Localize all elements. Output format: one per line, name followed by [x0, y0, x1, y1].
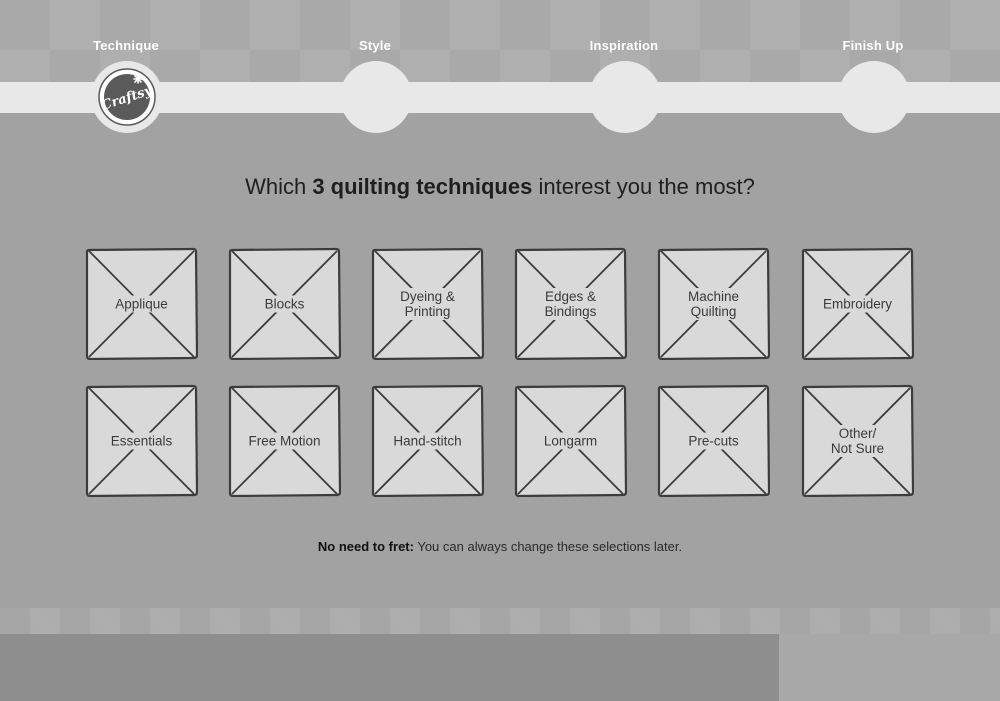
question-emphasis: 3 quilting techniques	[312, 174, 533, 199]
step-label-inspiration: Inspiration	[589, 38, 659, 53]
step-circle-style[interactable]	[340, 61, 412, 133]
option-tile-applique[interactable]: Applique	[85, 247, 198, 360]
option-tile-blocks[interactable]: Blocks	[228, 247, 341, 360]
step-label-technique: Technique	[93, 38, 159, 53]
option-tile-dyeing-printing[interactable]: Dyeing & Printing	[371, 247, 484, 360]
option-tile-edges-bindings[interactable]: Edges & Bindings	[514, 247, 627, 360]
option-tile-longarm[interactable]: Longarm	[514, 384, 627, 497]
option-tile-essentials[interactable]: Essentials	[85, 384, 198, 497]
option-label: Other/ Not Sure	[807, 424, 908, 457]
option-label: Hand-stitch	[377, 432, 478, 449]
helper-note-strong: No need to fret:	[317, 539, 414, 554]
footer-pattern	[0, 608, 1000, 634]
option-tile-machine-quilting[interactable]: Machine Quilting	[657, 247, 770, 360]
craftsy-logo: Craftsy	[98, 68, 156, 126]
question-suffix: interest you the most?	[532, 174, 755, 199]
step-circle-inspiration[interactable]	[589, 61, 661, 133]
option-tile-other-not-sure[interactable]: Other/ Not Sure	[801, 384, 914, 497]
option-tile-free-motion[interactable]: Free Motion	[228, 384, 341, 497]
option-label: Blocks	[234, 295, 335, 312]
footer-bar	[0, 634, 779, 701]
option-label: Edges & Bindings	[520, 287, 621, 320]
helper-note-text: You can always change these selections l…	[413, 539, 683, 554]
step-label-style: Style	[358, 38, 392, 53]
question-prefix: Which	[245, 174, 313, 199]
option-label: Applique	[91, 295, 192, 312]
step-circle-technique[interactable]: Craftsy	[91, 61, 163, 133]
option-label: Pre-cuts	[663, 432, 764, 449]
option-tile-pre-cuts[interactable]: Pre-cuts	[657, 384, 770, 497]
option-label: Free Motion	[234, 432, 335, 449]
option-label: Dyeing & Printing	[377, 287, 478, 320]
footer-action-area[interactable]	[779, 634, 1000, 701]
option-label: Longarm	[520, 432, 621, 449]
step-label-finish-up: Finish Up	[842, 38, 904, 53]
step-circle-finish-up[interactable]	[838, 61, 910, 133]
option-label: Machine Quilting	[663, 287, 764, 320]
question-heading: Which 3 quilting techniques interest you…	[0, 174, 1000, 200]
option-label: Essentials	[91, 432, 192, 449]
option-tile-embroidery[interactable]: Embroidery	[801, 247, 914, 360]
option-tile-hand-stitch[interactable]: Hand-stitch	[371, 384, 484, 497]
helper-note: No need to fret: You can always change t…	[0, 539, 1000, 554]
option-label: Embroidery	[807, 295, 908, 312]
